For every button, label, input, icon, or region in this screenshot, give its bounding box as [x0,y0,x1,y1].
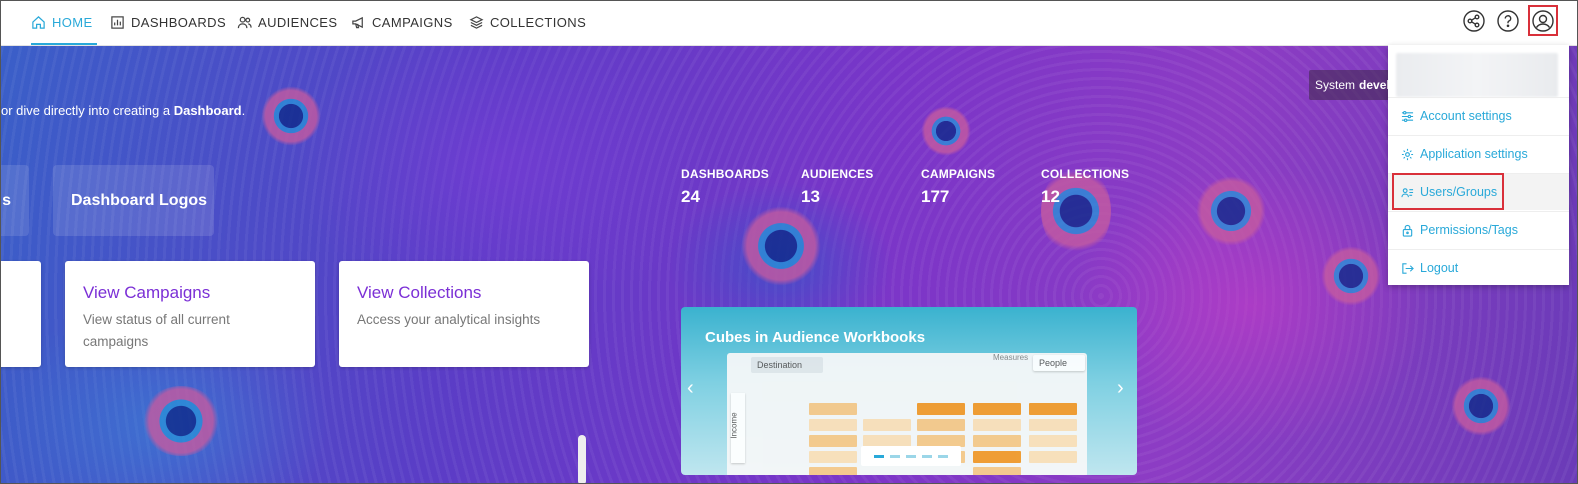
stat-label: CAMPAIGNS [921,167,996,181]
share-icon [1463,10,1485,32]
peacock-eye-decoration [1196,176,1266,246]
gear-icon [1401,148,1414,160]
peacock-eye-decoration [1321,246,1381,306]
card-title: View Campaigns [83,283,211,302]
stat-audiences: AUDIENCES 13 [801,167,873,207]
stat-value: 177 [921,187,950,206]
feature-carousel: Cubes in Audience Workbooks Destination … [681,307,1137,475]
stat-value: 24 [681,187,700,206]
intro-suffix: . [241,103,246,118]
mock-destination-pill: Destination [751,357,823,373]
menu-item-label: Logout [1420,261,1459,275]
carousel-title: Cubes in Audience Workbooks [705,329,926,346]
tile-dashboard-logos-label: Dashboard Logos [71,191,208,209]
tile-partial[interactable]: s [1,165,29,236]
stat-label: COLLECTIONS [1041,167,1130,181]
profile-highlight-box [1528,5,1558,36]
mock-people-pill: People [1033,355,1085,371]
tooltip-prefix: System [1315,78,1356,92]
lock-icon [1402,224,1413,237]
top-nav: HOME DASHBOARDS AUDIENCES CAMPAIGNS COLL… [1,1,1577,46]
carousel-dot[interactable] [938,454,948,458]
nav-home-label: HOME [52,14,93,30]
menu-item-account-settings[interactable]: Account settings [1388,97,1569,134]
card-title: View Collections [357,283,482,302]
nav-campaigns-label: CAMPAIGNS [372,14,453,30]
nav-audiences-label: AUDIENCES [258,14,338,30]
stat-label: DASHBOARDS [681,167,770,181]
nav-campaigns[interactable]: CAMPAIGNS [351,1,453,43]
chevron-left-icon: ‹ [687,377,694,399]
peacock-eye-decoration [261,86,321,146]
peacock-eye-decoration [141,386,221,456]
megaphone-icon [352,16,363,28]
app-window: HOME DASHBOARDS AUDIENCES CAMPAIGNS COLL… [0,0,1578,484]
stat-label: AUDIENCES [801,167,874,181]
stat-value: 12 [1041,187,1060,206]
nav-collections-label: COLLECTIONS [490,14,587,30]
user-info-blurred [1396,53,1558,97]
nav-dashboards[interactable]: DASHBOARDS [110,1,226,43]
intro-dashboard-link[interactable]: Dashboard [174,103,242,118]
carousel-dot[interactable] [906,454,916,458]
card-description: View status of all current campaigns [83,312,230,349]
mock-people-label: People [1039,358,1068,368]
people-icon [237,16,252,28]
menu-item-logout[interactable]: Logout [1388,249,1569,286]
card-partial[interactable] [1,261,41,367]
peacock-eye-decoration [1451,376,1511,436]
users-groups-highlight-box [1392,173,1504,210]
carousel-dot[interactable] [874,454,884,458]
stat-collections: COLLECTIONS 12 [1041,167,1129,207]
carousel-dot[interactable] [922,454,932,458]
carousel-prev-button[interactable]: ‹ [687,377,694,400]
scroll-handle[interactable] [578,435,586,483]
menu-item-label: Permissions/Tags [1420,223,1518,237]
dashboard-icon [111,15,124,29]
menu-item-application-settings[interactable]: Application settings [1388,135,1569,172]
card-description: Access your analytical insights [357,312,541,327]
card-view-collections[interactable]: View Collections Access your analytical … [339,261,589,367]
nav-audiences[interactable]: AUDIENCES [237,1,337,43]
stat-dashboards: DASHBOARDS 24 [681,167,769,207]
chevron-right-icon: › [1117,377,1124,399]
carousel-next-button[interactable]: › [1117,377,1124,400]
card-view-campaigns[interactable]: View Campaigns View status of all curren… [65,261,315,367]
tile-dashboard-logos[interactable]: Dashboard Logos [53,165,214,236]
menu-item-permissions-tags[interactable]: Permissions/Tags [1388,211,1569,248]
stat-campaigns: CAMPAIGNS 177 [921,167,995,207]
user-menu-dropdown: Account settings Application settings Us… [1388,45,1569,285]
intro-prefix: or dive directly into creating a [1,103,174,118]
logout-icon [1402,262,1414,274]
share-button[interactable] [1462,9,1486,33]
carousel-dot[interactable] [890,454,900,458]
menu-item-label: Application settings [1420,147,1528,161]
nav-collections[interactable]: COLLECTIONS [469,1,586,43]
help-icon [1497,10,1519,32]
menu-item-label: Account settings [1420,109,1512,123]
nav-dashboards-label: DASHBOARDS [131,14,227,30]
mock-income-pill: Income [729,393,745,463]
mock-destination-label: Destination [757,360,803,370]
peacock-eye-decoration [741,206,821,286]
tile-partial-label: s [2,191,11,209]
help-button[interactable] [1496,9,1520,33]
layers-icon [469,15,484,29]
carousel-indicators [861,446,961,466]
nav-home[interactable]: HOME [31,1,97,45]
intro-text: or dive directly into creating a Dashboa… [1,103,245,118]
home-icon [32,15,45,29]
mock-income-label: Income [729,412,739,439]
peacock-eye-decoration [921,106,971,156]
mock-measures-label: Measures [993,353,1029,362]
stat-value: 13 [801,187,820,206]
sliders-icon [1401,110,1414,122]
